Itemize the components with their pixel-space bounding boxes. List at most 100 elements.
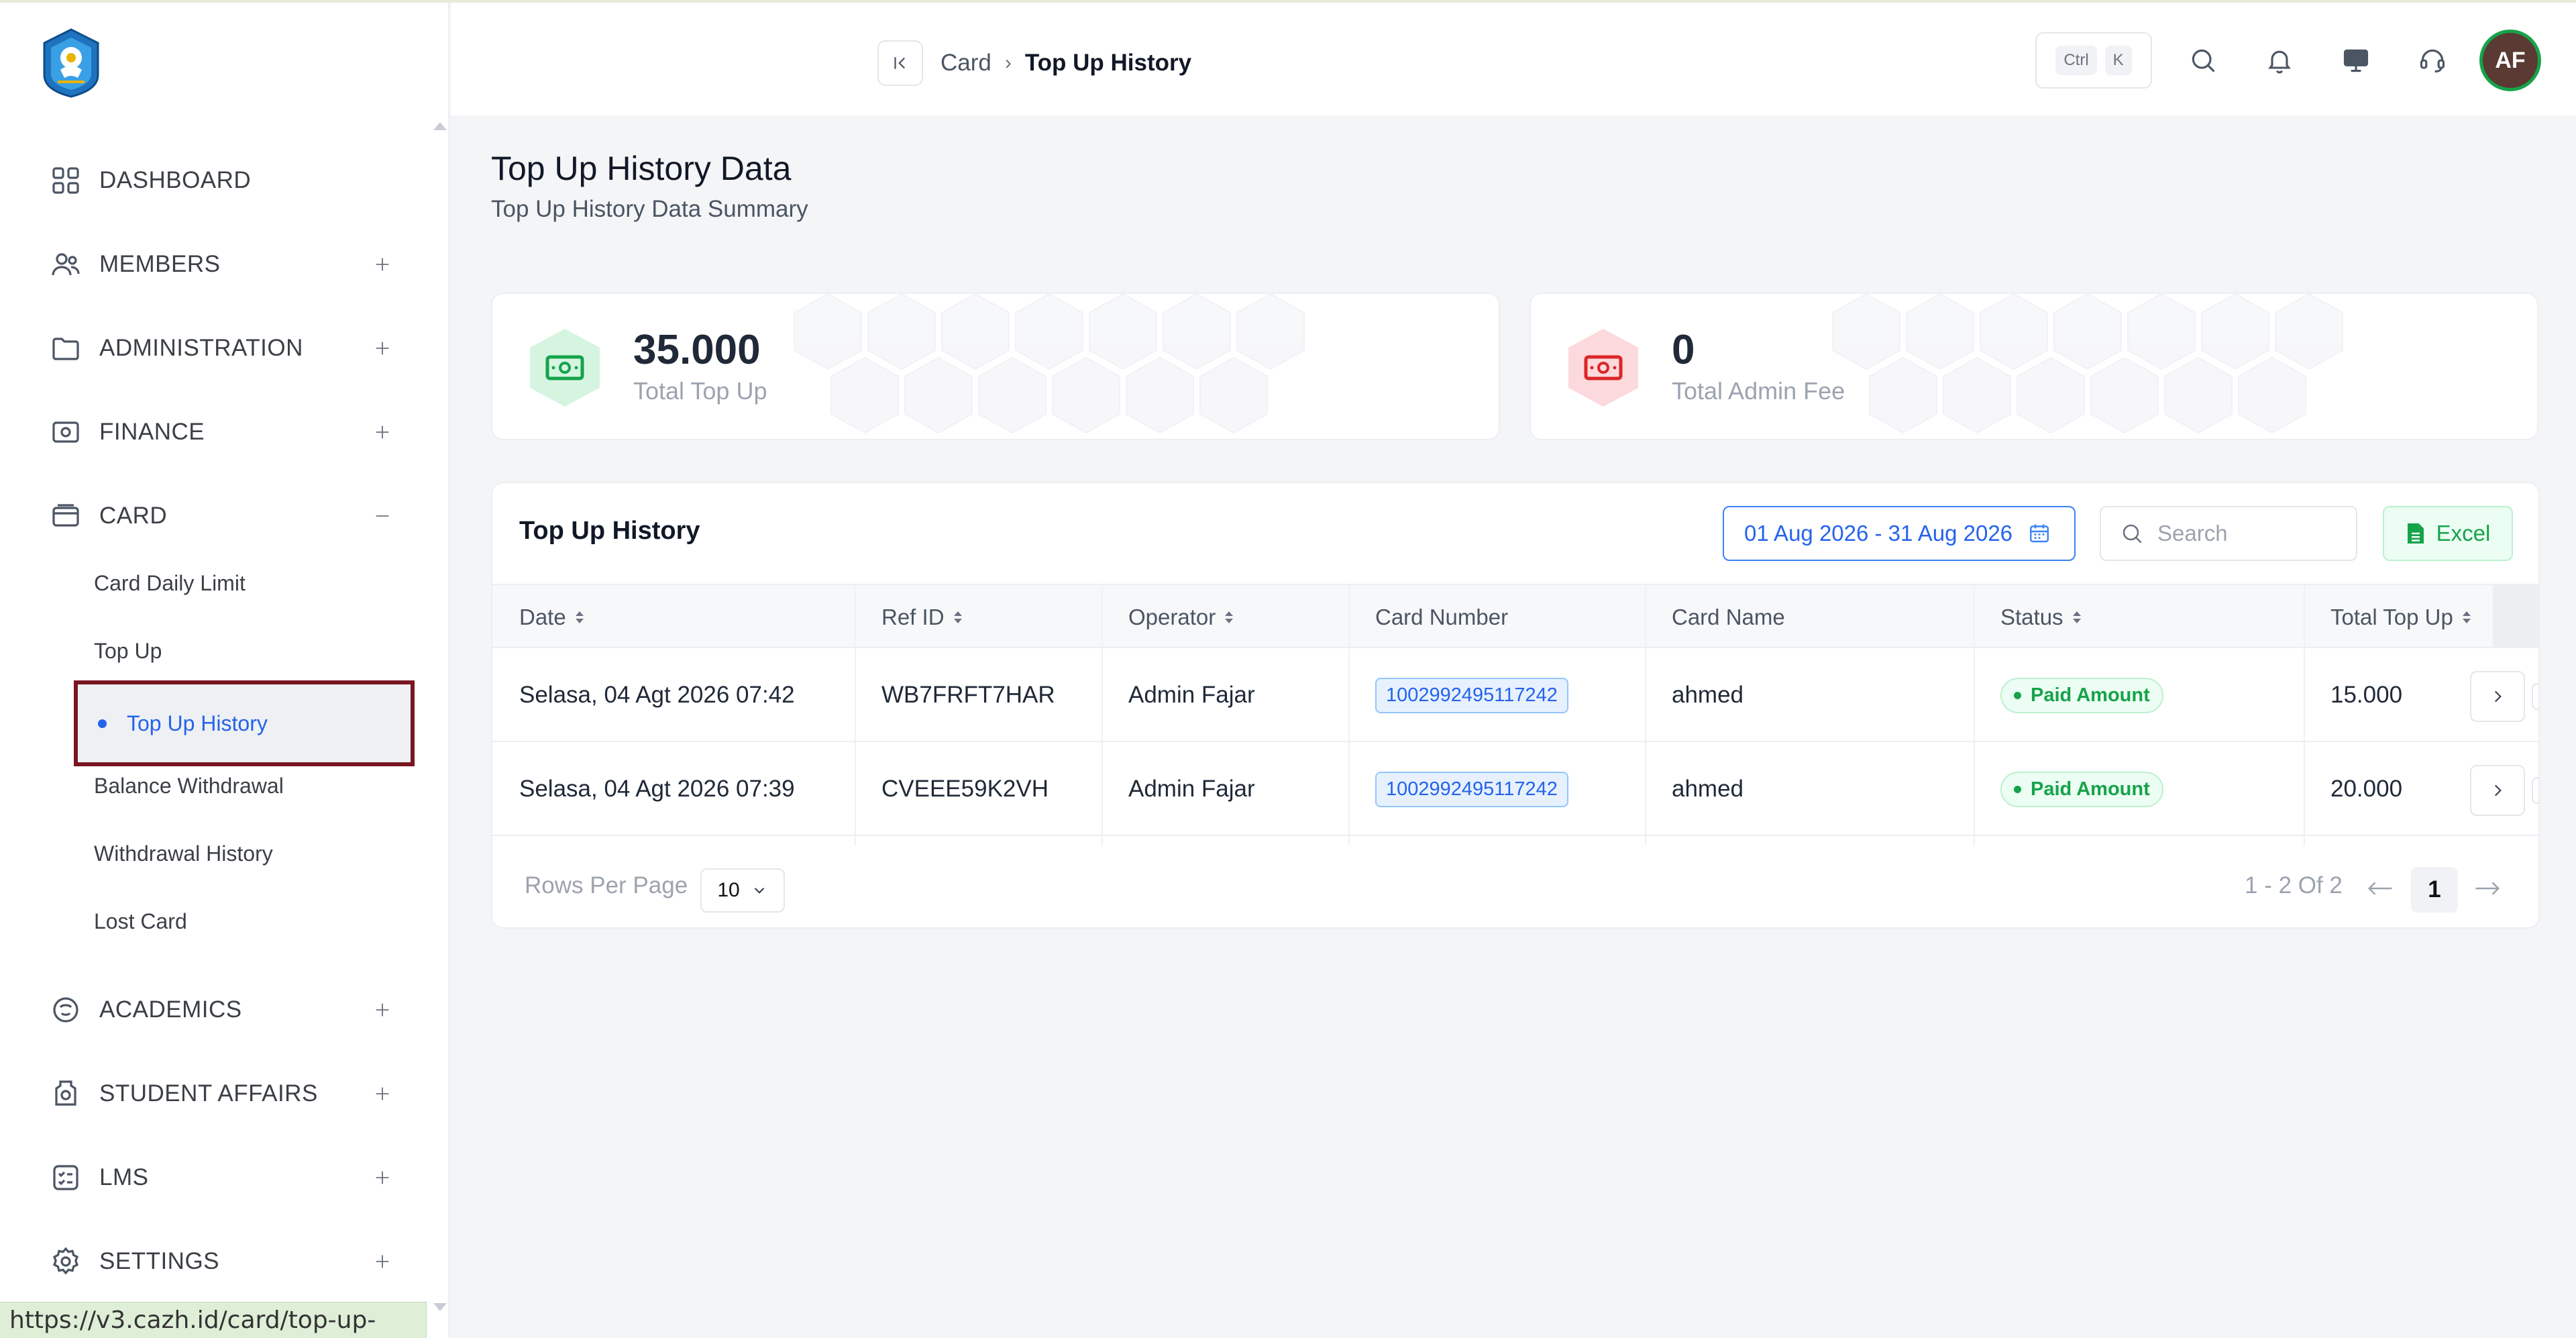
status-text: Paid Amount — [2031, 684, 2150, 706]
breadcrumb-card[interactable]: Card — [941, 50, 991, 76]
rows-per-page-value: 10 — [717, 879, 740, 901]
column-header-card-number: Card Number — [1375, 585, 1508, 650]
column-label: Card Name — [1672, 605, 1785, 629]
browser-status-url: https://v3.cazh.id/card/top-up-history — [0, 1302, 427, 1338]
breadcrumb-current: Top Up History — [1024, 50, 1192, 76]
row-detail-button[interactable] — [2470, 765, 2525, 816]
column-header-total-top-up[interactable]: Total Top Up — [2330, 585, 2471, 650]
cell-date: Selasa, 04 Agt 2026 07:39 — [519, 776, 795, 802]
search-input[interactable] — [2157, 521, 2345, 546]
column-label: Status — [2000, 605, 2063, 629]
cell-card-number: 1002992495117242 — [1375, 742, 1568, 836]
page-subtitle: Top Up History Data Summary — [491, 196, 808, 222]
card-number-chip[interactable]: 1002992495117242 — [1375, 677, 1568, 713]
hexagon-pattern — [794, 294, 1305, 434]
date-range-picker[interactable]: 01 Aug 2026 - 31 Aug 2026 — [1723, 506, 2076, 561]
pagination-page-1[interactable]: 1 — [2411, 867, 2458, 913]
chevron-right-icon — [2494, 784, 2502, 796]
sidebar-item-student-affairs[interactable]: STUDENT AFFAIRS — [47, 1070, 396, 1117]
table-title: Top Up History — [519, 517, 700, 545]
sort-icon — [575, 611, 584, 623]
top-up-history-table-card: Top Up History 01 Aug 2026 - 31 Aug 2026… — [491, 482, 2540, 929]
sidebar-sub-card-daily-limit[interactable]: Card Daily Limit — [94, 561, 246, 605]
sidebar-item-members[interactable]: MEMBERS — [47, 241, 396, 288]
sidebar-item-label: MEMBERS — [99, 251, 221, 277]
search-icon[interactable] — [2183, 40, 2223, 81]
pagination-next-button[interactable] — [2469, 870, 2506, 907]
expand-plus-icon[interactable] — [369, 1080, 396, 1107]
card-number-chip[interactable]: 1002992495117242 — [1375, 771, 1568, 807]
expand-plus-icon[interactable] — [369, 335, 396, 362]
table-row[interactable]: Selasa, 04 Agt 2026 07:39 CVEEE59K2VH Ad… — [492, 742, 2538, 836]
sidebar-item-finance[interactable]: FINANCE — [47, 409, 396, 456]
top-header: Card › Top Up History — [451, 3, 2576, 115]
sidebar-item-label: ACADEMICS — [99, 996, 242, 1023]
academic-icon — [47, 991, 85, 1029]
avatar[interactable]: AF — [2479, 30, 2541, 91]
status-text: Paid Amount — [2031, 778, 2150, 800]
collapse-minus-icon[interactable] — [369, 503, 396, 529]
cell-total-top-up: 15.000 — [2330, 682, 2403, 708]
column-label: Card Number — [1375, 605, 1509, 629]
expand-plus-icon[interactable] — [369, 419, 396, 446]
kbd-ctrl: Ctrl — [2055, 46, 2097, 75]
search-icon — [2123, 524, 2142, 544]
money-icon — [47, 413, 85, 451]
bell-icon[interactable] — [2259, 40, 2300, 81]
sidebar-item-label: STUDENT AFFAIRS — [99, 1080, 318, 1107]
sidebar-sub-balance-withdrawal[interactable]: Balance Withdrawal — [94, 764, 284, 808]
cell-total-top-up: 20.000 — [2330, 776, 2403, 802]
rows-per-page-select[interactable]: 10 — [700, 868, 785, 913]
column-header-ref-id[interactable]: Ref ID — [881, 585, 962, 650]
search-field[interactable] — [2100, 506, 2357, 561]
money-icon — [1568, 329, 1638, 407]
column-header-date[interactable]: Date — [519, 585, 584, 650]
sidebar-sub-lost-card[interactable]: Lost Card — [94, 899, 187, 943]
sidebar-item-settings[interactable]: SETTINGS — [47, 1238, 396, 1285]
sidebar-scroll-down[interactable] — [433, 1303, 447, 1311]
badge-icon — [47, 1075, 85, 1113]
arrow-left-icon — [2367, 882, 2392, 895]
sidebar-item-label: ADMINISTRATION — [99, 335, 303, 361]
sidebar-item-card[interactable]: CARD — [47, 493, 396, 539]
stat-value: 0 — [1672, 327, 1695, 373]
grid-icon — [47, 162, 85, 199]
logo[interactable] — [38, 28, 105, 98]
support-icon[interactable] — [2412, 40, 2453, 81]
chevron-down-icon — [754, 887, 764, 894]
column-label: Total Top Up — [2330, 605, 2453, 629]
sidebar-sub-top-up[interactable]: Top Up — [94, 629, 162, 673]
rows-per-page-label: Rows Per Page — [525, 872, 688, 898]
column-header-operator[interactable]: Operator — [1128, 585, 1234, 650]
column-header-status[interactable]: Status — [2000, 585, 2081, 650]
expand-plus-icon[interactable] — [369, 1164, 396, 1191]
expand-plus-icon[interactable] — [369, 996, 396, 1023]
sidebar-item-label: LMS — [99, 1164, 149, 1190]
date-range-text: 01 Aug 2026 - 31 Aug 2026 — [1744, 521, 2013, 546]
sidebar-item-label: FINANCE — [99, 419, 205, 445]
pagination-info: 1 - 2 Of 2 — [2245, 872, 2343, 898]
cell-operator: Admin Fajar — [1128, 776, 1255, 802]
export-excel-button[interactable]: Excel — [2383, 506, 2513, 561]
expand-plus-icon[interactable] — [369, 251, 396, 278]
sidebar-scroll-up[interactable] — [433, 122, 447, 130]
sidebar-item-academics[interactable]: ACADEMICS — [47, 986, 396, 1033]
expand-plus-icon[interactable] — [369, 1248, 396, 1275]
monitor-icon[interactable] — [2336, 40, 2376, 81]
sidebar-sub-withdrawal-history[interactable]: Withdrawal History — [94, 831, 273, 876]
sidebar-item-lms[interactable]: LMS — [47, 1154, 396, 1201]
sidebar-item-administration[interactable]: ADMINISTRATION — [47, 325, 396, 372]
sidebar: DASHBOARD MEMBERS ADMINISTRATION FINANCE… — [0, 3, 449, 1338]
command-shortcut-button[interactable]: Ctrl K — [2035, 32, 2152, 89]
column-label: Ref ID — [881, 605, 945, 629]
sidebar-collapse-button[interactable] — [877, 40, 923, 86]
calendar-icon — [2030, 524, 2049, 543]
table-row[interactable]: Selasa, 04 Agt 2026 07:42 WB7FRFT7HAR Ad… — [492, 648, 2538, 742]
status-badge: Paid Amount — [2000, 677, 2163, 713]
pagination-prev-button[interactable] — [2361, 870, 2399, 907]
sidebar-sub-top-up-history[interactable]: Top Up History — [74, 680, 415, 766]
cell-status: Paid Amount — [2000, 742, 2163, 836]
sort-icon — [2462, 611, 2471, 623]
sidebar-item-dashboard[interactable]: DASHBOARD — [47, 157, 396, 204]
row-detail-button[interactable] — [2470, 671, 2525, 722]
